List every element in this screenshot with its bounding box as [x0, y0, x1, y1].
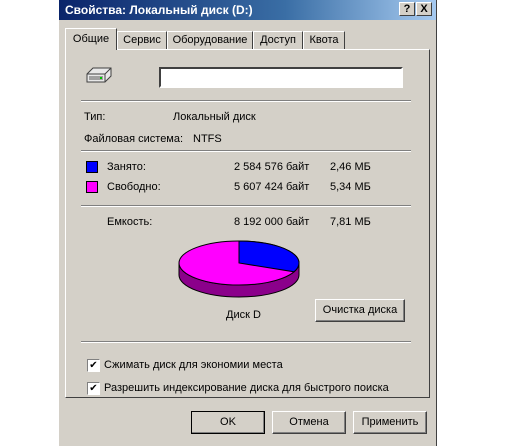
tab-hardware[interactable]: Оборудование [167, 31, 253, 49]
separator [81, 341, 411, 343]
compress-label[interactable]: Сжимать диск для экономии места [104, 359, 283, 371]
close-button[interactable]: X [416, 2, 432, 16]
free-bytes: 5 607 424 байт [234, 181, 310, 193]
used-label: Занято: [107, 161, 146, 173]
separator [81, 205, 411, 207]
free-color-swatch [86, 181, 98, 193]
capacity-size: 7,81 МБ [330, 216, 371, 228]
free-label: Свободно: [107, 181, 161, 193]
used-color-swatch [86, 161, 98, 173]
filesystem-label: Файловая система: [84, 133, 184, 145]
checkmark-icon: ✔ [89, 383, 98, 394]
used-bytes: 2 584 576 байт [234, 161, 310, 173]
ok-button[interactable]: OK [191, 411, 265, 434]
apply-button[interactable]: Применить [353, 411, 427, 434]
capacity-label: Емкость: [107, 216, 153, 228]
tab-service[interactable]: Сервис [117, 31, 167, 49]
cancel-button[interactable]: Отмена [272, 411, 346, 434]
disk-usage-pie-chart [178, 240, 300, 298]
separator [81, 100, 411, 102]
disk-cleanup-button[interactable]: Очистка диска [315, 299, 405, 322]
free-size: 5,34 МБ [330, 181, 371, 193]
tab-general[interactable]: Общие [65, 28, 117, 50]
tab-sharing[interactable]: Доступ [253, 31, 303, 49]
checkmark-icon: ✔ [89, 360, 98, 371]
hard-drive-icon [86, 67, 112, 83]
properties-window: Свойства: Локальный диск (D:) ? X Общие … [59, 0, 437, 446]
separator [81, 150, 411, 152]
compress-checkbox[interactable]: ✔ [87, 359, 100, 372]
index-checkbox[interactable]: ✔ [87, 382, 100, 395]
index-label: Разрешить индексирование диска для быстр… [104, 382, 389, 394]
drive-name-input[interactable] [159, 67, 403, 88]
window-title: Свойства: Локальный диск (D:) [65, 3, 253, 17]
title-bar[interactable]: Свойства: Локальный диск (D:) ? X [59, 0, 436, 20]
help-button[interactable]: ? [399, 2, 415, 16]
type-value: Локальный диск [173, 111, 256, 123]
tab-quota[interactable]: Квота [303, 31, 345, 49]
filesystem-value: NTFS [193, 133, 222, 145]
used-size: 2,46 МБ [330, 161, 371, 173]
disk-label: Диск D [226, 309, 261, 321]
type-label: Тип: [84, 111, 106, 123]
capacity-bytes: 8 192 000 байт [234, 216, 310, 228]
